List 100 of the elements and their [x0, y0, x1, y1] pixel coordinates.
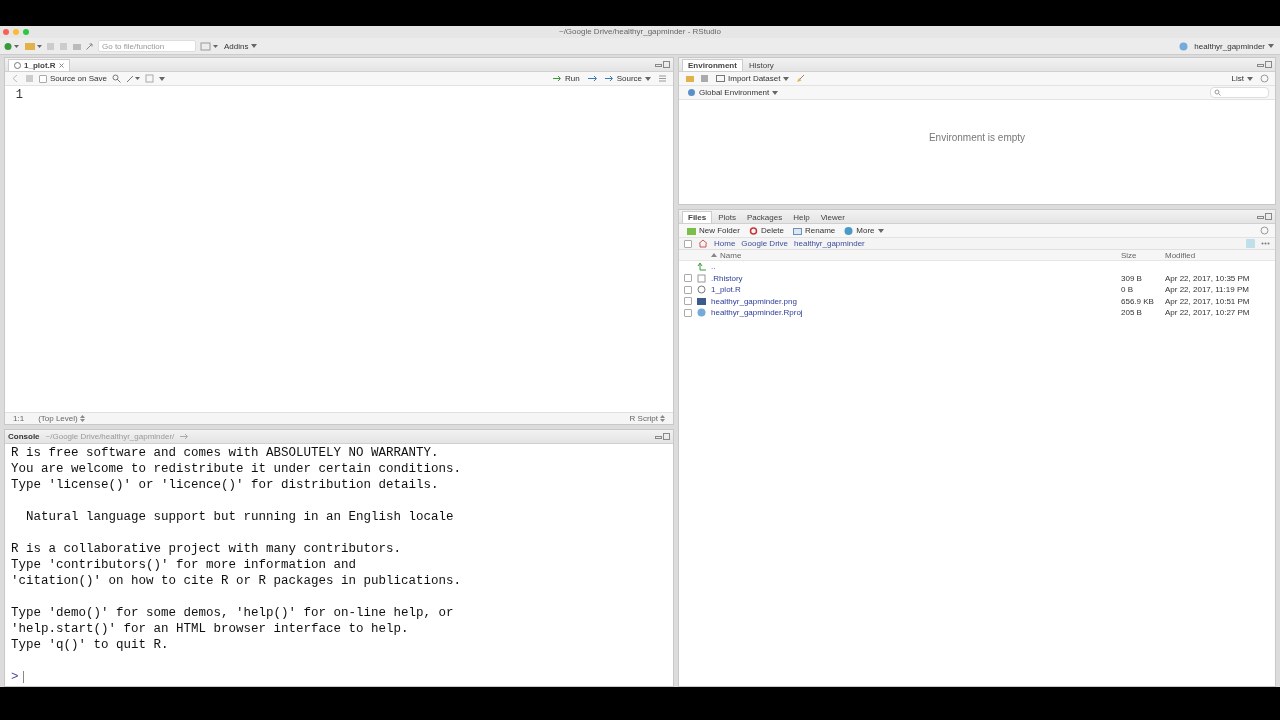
back-icon[interactable]: [11, 74, 20, 83]
breadcrumb-link[interactable]: healthyr_gapminder: [794, 239, 865, 248]
close-button[interactable]: [3, 29, 9, 35]
console-prompt: >: [11, 670, 19, 684]
delete-icon: [748, 226, 758, 235]
file-icon: [697, 273, 709, 283]
rerun-icon[interactable]: [586, 74, 598, 83]
breadcrumb-link[interactable]: Google Drive: [741, 239, 789, 248]
source-button[interactable]: Source: [602, 72, 653, 85]
save-icon[interactable]: [25, 74, 34, 83]
save-icon[interactable]: [46, 41, 55, 51]
save-all-icon[interactable]: [59, 41, 68, 51]
console-output: Type 'license()' or 'licence()' for distribution details.: [11, 477, 440, 493]
window-controls-icon[interactable]: [1257, 61, 1272, 68]
pane-tab[interactable]: History: [743, 60, 779, 71]
console-title: Console: [8, 432, 40, 441]
modified-date: Apr 22, 2017, 10:51 PM: [1165, 296, 1251, 306]
rename-button[interactable]: Rename: [791, 224, 838, 237]
file-link[interactable]: healthyr_gapminder.png: [711, 296, 1121, 306]
new-file-icon[interactable]: [4, 41, 20, 51]
new-folder-button[interactable]: New Folder: [685, 224, 742, 237]
go-to-file-field[interactable]: Go to file/function: [98, 40, 196, 52]
cursor-position: 1:1: [13, 414, 25, 423]
folder-icon[interactable]: [685, 74, 695, 83]
document-icon[interactable]: [144, 74, 154, 83]
view-mode-button[interactable]: List: [1229, 72, 1255, 85]
search-field[interactable]: [1210, 87, 1269, 98]
import-dataset-button[interactable]: Import Dataset: [714, 72, 792, 85]
globe-icon: [844, 226, 854, 235]
environment-selector[interactable]: Global Environment: [685, 86, 781, 99]
name-column-header[interactable]: Name: [697, 250, 1121, 260]
minimize-button[interactable]: [13, 29, 19, 35]
broom-icon[interactable]: [796, 74, 806, 83]
sort-icon: [711, 253, 717, 257]
print-icon[interactable]: [72, 41, 82, 51]
file-type-selector[interactable]: R Script: [629, 414, 665, 423]
caret-icon: [251, 44, 258, 48]
pane-tab[interactable]: Viewer: [815, 212, 850, 223]
row-checkbox[interactable]: [684, 297, 692, 306]
row-checkbox[interactable]: [684, 308, 692, 317]
updown-icon: [660, 415, 665, 422]
arrow-icon: [86, 42, 94, 50]
folder-icon: [687, 226, 696, 235]
refresh-icon[interactable]: [1260, 74, 1269, 83]
scope-selector[interactable]: (Top Level): [38, 414, 85, 423]
pane-tab[interactable]: Plots: [713, 212, 742, 223]
file-size: 309 B: [1121, 273, 1143, 283]
pane-tab[interactable]: Files: [682, 211, 713, 223]
console-output: R is free software and comes with ABSOLUTELY NO WARRANTY.: [11, 445, 440, 461]
home-icon[interactable]: [698, 239, 708, 248]
modified-date: Apr 22, 2017, 10:35 PM: [1165, 273, 1251, 283]
caret-icon: [783, 76, 790, 81]
file-link[interactable]: healthyr_gapminder.Rproj: [711, 308, 1121, 318]
console-output: R is a collaborative project with many contributors.: [11, 541, 403, 557]
search-icon[interactable]: [111, 74, 121, 83]
line-number: 1: [14, 88, 24, 102]
source-on-save-checkbox[interactable]: Source on Save: [39, 74, 107, 83]
refresh-icon[interactable]: [1260, 226, 1269, 235]
more-button[interactable]: More: [842, 224, 886, 237]
parent-folder-link[interactable]: ..: [711, 262, 1275, 272]
zoom-button[interactable]: [23, 29, 29, 35]
row-checkbox[interactable]: [684, 274, 692, 283]
file-link[interactable]: 1_plot.R: [711, 285, 1121, 295]
folder-icon[interactable]: [24, 41, 42, 51]
caret-icon: [645, 76, 651, 81]
empty-message: Environment is empty: [928, 132, 1026, 144]
file-link[interactable]: .Rhistory: [711, 273, 1121, 283]
row-checkbox[interactable]: [684, 285, 692, 294]
console-output: 'citation()' on how to cite R or R packages in publications.: [11, 573, 463, 589]
arrow-icon: [604, 75, 614, 82]
modified-column-header[interactable]: Modified: [1165, 250, 1275, 260]
addins-button[interactable]: Addins: [222, 40, 260, 52]
grid-icon[interactable]: [200, 41, 218, 51]
pane-tab[interactable]: Packages: [742, 212, 788, 223]
up-arrow-icon[interactable]: [697, 262, 709, 272]
file-icon: [697, 296, 709, 306]
breadcrumb-link[interactable]: Home: [714, 239, 736, 248]
caret-icon[interactable]: [158, 76, 165, 81]
delete-button[interactable]: Delete: [746, 224, 787, 237]
globe-icon: [687, 88, 696, 97]
file-icon: [697, 285, 709, 295]
console-output: You are welcome to redistribute it under certain conditions.: [11, 461, 463, 477]
file-tab[interactable]: 1_plot.R: [8, 59, 70, 71]
project-menu[interactable]: healthyr_gapminder: [1192, 40, 1276, 52]
size-column-header[interactable]: Size: [1121, 250, 1165, 260]
select-all-checkbox[interactable]: [684, 239, 692, 248]
run-button[interactable]: Run: [550, 72, 582, 85]
window-controls-icon[interactable]: [655, 433, 670, 440]
save-icon[interactable]: [700, 74, 709, 83]
caret-icon: [877, 228, 884, 233]
more-icon[interactable]: [1261, 242, 1270, 245]
window-controls-icon[interactable]: [655, 61, 670, 68]
pane-tab[interactable]: Help: [788, 212, 815, 223]
window-controls-icon[interactable]: [1257, 213, 1272, 220]
arrow-icon[interactable]: [180, 433, 190, 440]
pane-tab[interactable]: Environment: [682, 59, 743, 71]
project-icon: [1179, 41, 1189, 51]
close-icon[interactable]: [58, 63, 64, 68]
table-icon: [716, 75, 725, 82]
menu-icon[interactable]: [658, 74, 667, 83]
